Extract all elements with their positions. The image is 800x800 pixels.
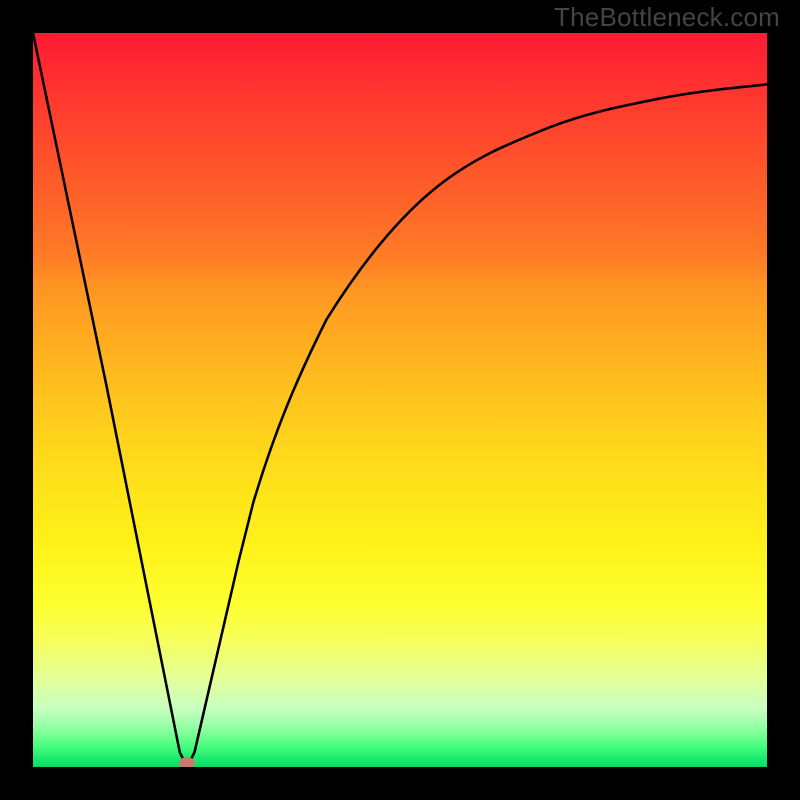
chart-container: TheBottleneck.com [0,0,800,800]
plot-area [33,33,767,767]
bottleneck-curve [33,33,767,767]
watermark-text: TheBottleneck.com [554,2,780,33]
curve-path [33,33,767,767]
optimal-marker [179,757,195,767]
